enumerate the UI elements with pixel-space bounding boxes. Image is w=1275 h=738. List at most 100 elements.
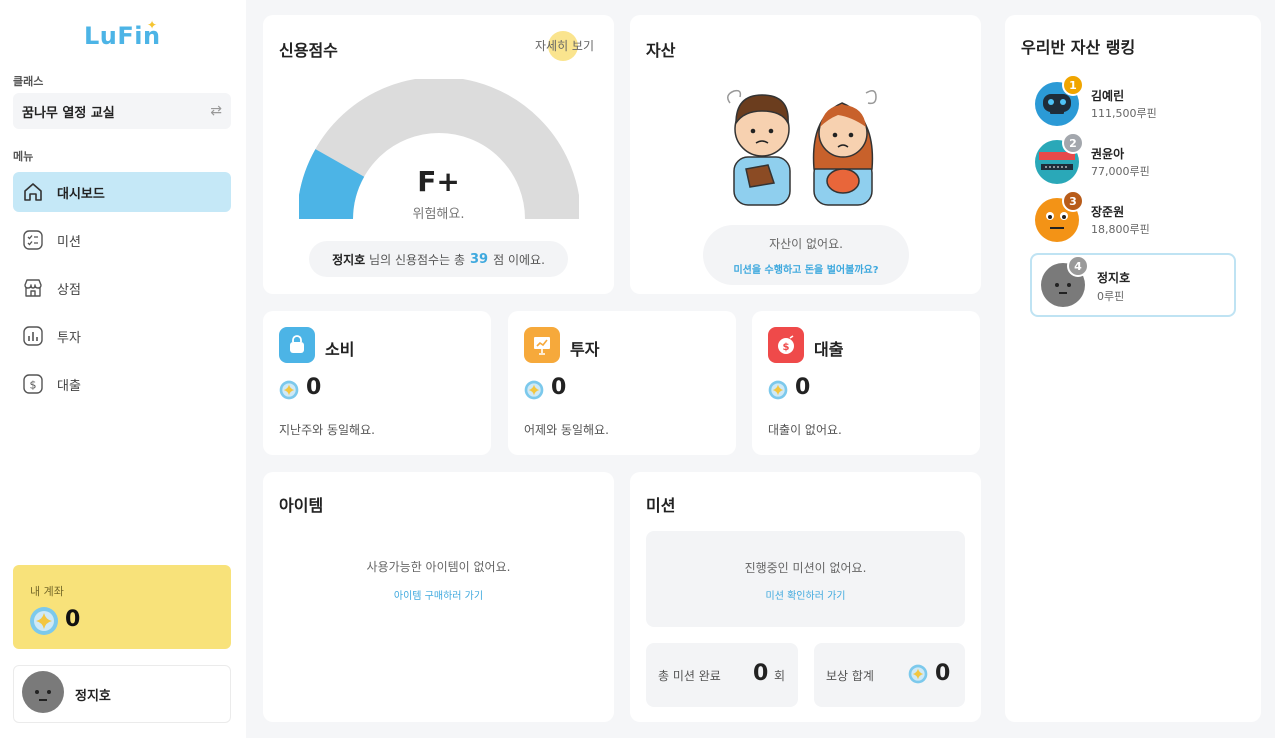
rank-badge: 3	[1062, 190, 1084, 212]
ranking-row[interactable]: 1 김예린 111,500루핀	[1035, 74, 1245, 132]
user-name: 정지호	[75, 688, 111, 704]
investment-desc: 어제와 동일해요.	[524, 423, 609, 437]
avatar	[22, 671, 64, 717]
user-profile-card[interactable]: 정지호	[13, 665, 231, 723]
score-text-mid: 님의 신용점수는 총	[369, 252, 465, 267]
ranking-name: 권윤아	[1091, 147, 1125, 161]
mission-total-stat: 총 미션 완료 0 회	[646, 643, 798, 707]
sidebar-item-label: 대출	[57, 378, 81, 394]
ranking-amount: 77,000루핀	[1091, 165, 1150, 178]
mission-reward-value: 0	[935, 661, 951, 686]
lupin-coin-icon	[768, 380, 788, 404]
mission-title: 미션	[646, 496, 676, 515]
sidebar-item-label: 대시보드	[57, 186, 105, 202]
sidebar-item-store[interactable]: 상점	[13, 268, 231, 308]
sidebar-item-label: 미션	[57, 234, 81, 250]
spending-value: 0	[306, 375, 322, 400]
checklist-icon	[22, 229, 44, 251]
rank-badge: 1	[1062, 74, 1084, 96]
mission-card: 미션 진행중인 미션이 없어요. 미션 확인하러 가기 총 미션 완료 0 회 …	[630, 472, 981, 722]
svg-text:$: $	[30, 379, 37, 392]
lupin-coin-icon	[908, 664, 928, 688]
rank-badge: 2	[1062, 132, 1084, 154]
home-icon	[22, 181, 44, 203]
spending-card: 소비 0 지난주와 동일해요.	[263, 311, 491, 455]
store-icon	[22, 277, 44, 299]
spending-title: 소비	[325, 340, 355, 359]
asset-title: 자산	[646, 41, 676, 60]
ranking-row[interactable]: 2 권윤아 77,000루핀	[1035, 132, 1245, 190]
chart-icon	[22, 325, 44, 347]
mission-total-value: 0	[753, 661, 769, 686]
ranking-amount: 111,500루핀	[1091, 107, 1157, 120]
sidebar-item-loan[interactable]: $ 대출	[13, 364, 231, 404]
lupin-coin-icon	[29, 606, 59, 640]
loan-title: 대출	[814, 340, 844, 359]
credit-score-card: 신용점수 자세히 보기 F+ 위험해요. 정지호 님의 신용점수는 총 39 점 이…	[263, 15, 614, 294]
lufin-logo[interactable]: LuFin ✦	[84, 18, 164, 52]
lupin-coin-icon	[524, 380, 544, 404]
loan-card: $ 대출 0 대출이 없어요.	[752, 311, 980, 455]
shopping-bag-icon	[279, 327, 315, 363]
ranking-name: 정지호	[1097, 271, 1131, 285]
mission-check-link[interactable]: 미션 확인하러 가기	[646, 587, 965, 602]
mission-total-label: 총 미션 완료	[658, 669, 721, 683]
sidebar-item-invest[interactable]: 투자	[13, 316, 231, 356]
investment-value: 0	[551, 375, 567, 400]
items-buy-link[interactable]: 아이템 구매하러 가기	[263, 587, 614, 602]
ranking-amount: 18,800루핀	[1091, 223, 1150, 236]
sidebar-item-mission[interactable]: 미션	[13, 220, 231, 260]
credit-grade-desc: 위험해요.	[412, 207, 465, 222]
asset-card: 자산 자산이 없어요. 미션을 수행하고 돈을 벌어볼까요?	[630, 15, 981, 294]
dollar-icon: $	[22, 373, 44, 395]
ranking-row[interactable]: 3 장준원 18,800루핀	[1035, 190, 1245, 248]
mission-reward-label: 보상 합계	[826, 669, 874, 683]
class-name: 꿈나무 열정 교실	[22, 105, 115, 121]
see-more-link[interactable]: 자세히 보기	[535, 37, 594, 54]
mission-reward-stat: 보상 합계 0	[814, 643, 965, 707]
rank-badge: 4	[1067, 255, 1089, 277]
lupin-coin-icon	[279, 380, 299, 404]
credit-score-message: 정지호 님의 신용점수는 총 39 점 이에요.	[309, 241, 568, 277]
presentation-chart-icon	[524, 327, 560, 363]
ranking-name: 김예린	[1091, 89, 1125, 103]
money-bag-icon: $	[768, 327, 804, 363]
worried-kids-illustration	[727, 89, 877, 206]
swap-arrows-icon[interactable]: ⇄	[210, 103, 222, 119]
mission-empty-box: 진행중인 미션이 없어요. 미션 확인하러 가기	[646, 531, 965, 627]
sidebar-item-label: 상점	[57, 282, 81, 298]
loan-value: 0	[795, 375, 811, 400]
asset-empty-bubble: 자산이 없어요. 미션을 수행하고 돈을 벌어볼까요?	[703, 225, 909, 285]
loan-desc: 대출이 없어요.	[768, 423, 842, 437]
score-text-end: 점 이에요.	[493, 252, 545, 267]
account-amount: 0	[65, 607, 81, 632]
credit-grade: F+	[417, 165, 460, 198]
sidebar: LuFin ✦ 클래스 꿈나무 열정 교실 ⇄ 메뉴 대시보드 미션 상점 투자…	[0, 0, 246, 738]
items-title: 아이템	[279, 496, 324, 515]
sidebar-item-label: 투자	[57, 330, 81, 346]
items-empty-text: 사용가능한 아이템이 없어요.	[366, 560, 511, 574]
sidebar-nav: 대시보드 미션 상점 투자 $ 대출	[13, 172, 231, 412]
items-card: 아이템 사용가능한 아이템이 없어요. 아이템 구매하러 가기	[263, 472, 614, 722]
account-caption: 내 계좌	[30, 585, 64, 598]
svg-text:$: $	[783, 342, 790, 353]
asset-ranking-card: 우리반 자산 랭킹 1 김예린 111,500루핀 2 권윤아 77,000루핀…	[1005, 15, 1261, 722]
asset-empty-text: 자산이 없어요.	[769, 237, 843, 251]
sparkle-icon: ✦	[147, 18, 158, 32]
menu-caption: 메뉴	[13, 150, 34, 163]
ranking-title: 우리반 자산 랭킹	[1021, 38, 1136, 57]
my-account-card[interactable]: 내 계좌 0	[13, 565, 231, 649]
ranking-name: 장준원	[1091, 205, 1125, 219]
class-caption: 클래스	[13, 75, 44, 88]
investment-card: 투자 0 어제와 동일해요.	[508, 311, 736, 455]
class-selector[interactable]: 꿈나무 열정 교실 ⇄	[13, 93, 231, 129]
my-ranking-row[interactable]: 4 정지호 0루핀	[1030, 253, 1236, 317]
score-user-name: 정지호	[332, 252, 366, 267]
mission-total-unit: 회	[774, 669, 786, 683]
ranking-amount: 0루핀	[1097, 290, 1125, 303]
sidebar-item-dashboard[interactable]: 대시보드	[13, 172, 231, 212]
credit-score-value: 39	[470, 251, 489, 267]
mission-empty-text: 진행중인 미션이 없어요.	[744, 561, 867, 575]
investment-title: 투자	[570, 340, 600, 359]
asset-mission-link[interactable]: 미션을 수행하고 돈을 벌어볼까요?	[703, 261, 909, 276]
